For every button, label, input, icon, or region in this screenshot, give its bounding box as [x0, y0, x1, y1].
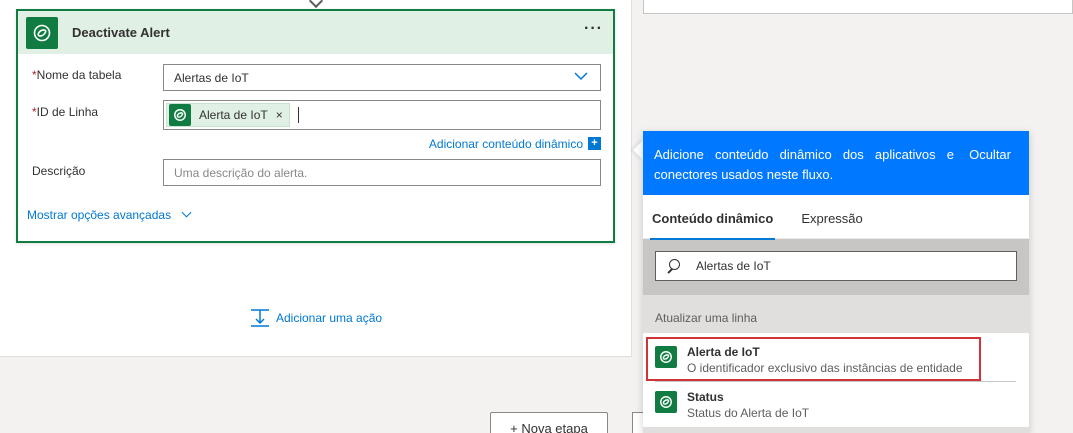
description-label: Descrição: [32, 164, 86, 178]
remove-token-icon[interactable]: ×: [276, 108, 283, 122]
advanced-options-label: Mostrar opções avançadas: [27, 208, 172, 222]
flow-connector-arrow-icon: [311, 0, 321, 8]
card-title: Deactivate Alert: [72, 25, 170, 40]
dynamic-item-title: Status: [687, 390, 724, 404]
description-placeholder: Uma descrição do alerta.: [174, 165, 308, 180]
search-value: Alertas de IoT: [696, 259, 771, 273]
hide-panel-link[interactable]: Ocultar: [969, 145, 1011, 165]
row-id-label: *ID de Linha: [32, 105, 98, 119]
table-name-value: Alertas de IoT: [174, 70, 249, 85]
dataverse-icon: [169, 104, 191, 126]
dynamic-content-panel: Adicione conteúdo dinâmico dos aplicativ…: [643, 131, 1029, 433]
tab-expression[interactable]: Expressão: [801, 195, 862, 239]
row-id-label-text: ID de Linha: [36, 105, 99, 119]
table-name-dropdown[interactable]: Alertas de IoT: [163, 64, 601, 91]
adjacent-card-edge: [643, 0, 1073, 14]
panel-header-message: Adicione conteúdo dinâmico dos aplicativ…: [654, 147, 954, 182]
add-dynamic-content-icon[interactable]: +: [588, 137, 601, 150]
row-id-input[interactable]: Alerta de IoT ×: [163, 100, 601, 130]
dynamic-token[interactable]: Alerta de IoT ×: [166, 103, 290, 127]
right-gutter: [1029, 131, 1073, 433]
chevron-down-icon: [574, 72, 588, 81]
more-options-icon[interactable]: ···: [584, 21, 603, 37]
panel-tabs: Conteúdo dinâmico Expressão: [643, 195, 1029, 240]
dataverse-icon: [26, 16, 58, 49]
dynamic-item-status[interactable]: Status Status do Alerta de IoT: [643, 378, 1029, 423]
text-cursor: [297, 107, 299, 123]
section-header-update-row[interactable]: Atualizar uma linha: [643, 295, 1029, 333]
search-input[interactable]: Alertas de IoT: [655, 251, 1017, 281]
dataverse-icon: [655, 391, 677, 413]
add-action-label: Adicionar uma ação: [276, 311, 383, 325]
dynamic-item-description: Status do Alerta de IoT: [687, 406, 810, 420]
search-area: Alertas de IoT: [643, 239, 1029, 295]
tab-dynamic-content[interactable]: Conteúdo dinâmico: [649, 195, 776, 240]
table-name-label: *Nome da tabela: [32, 68, 121, 82]
new-step-button[interactable]: + Nova etapa: [490, 412, 608, 433]
token-label: Alerta de IoT: [199, 108, 268, 122]
highlight-box: [646, 337, 981, 381]
add-action-icon: [251, 309, 269, 327]
panel-bottom-strip: [643, 427, 1029, 433]
description-input[interactable]: Uma descrição do alerta.: [163, 159, 601, 186]
add-action-button[interactable]: Adicionar uma ação: [250, 308, 382, 328]
panel-header: Adicione conteúdo dinâmico dos aplicativ…: [643, 131, 1029, 195]
add-dynamic-content-link[interactable]: Adicionar conteúdo dinâmico: [429, 137, 583, 151]
card-header[interactable]: Deactivate Alert ···: [18, 11, 613, 54]
show-advanced-options-link[interactable]: Mostrar opções avançadas: [27, 207, 192, 222]
chevron-down-icon: [181, 207, 192, 218]
search-icon: [666, 259, 680, 273]
action-card-deactivate-alert: Deactivate Alert ··· *Nome da tabela Ale…: [16, 9, 615, 243]
table-name-label-text: Nome da tabela: [36, 68, 122, 82]
